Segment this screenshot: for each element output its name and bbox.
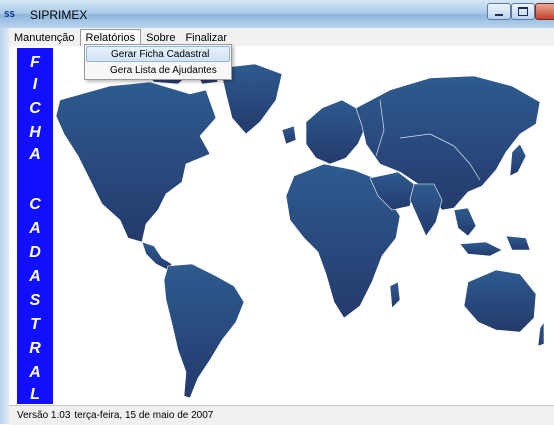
maximize-button[interactable] bbox=[511, 3, 535, 20]
banner-letter: C bbox=[29, 100, 41, 117]
status-bar: Versão 1.03 terça-feira, 15 de maio de 2… bbox=[9, 405, 554, 425]
relatorios-dropdown-menu: Gerar Ficha Cadastral Gera Lista de Ajud… bbox=[84, 44, 232, 80]
banner-letter: H bbox=[29, 124, 41, 141]
banner-letter: A bbox=[29, 268, 41, 285]
banner-letter: I bbox=[32, 76, 38, 93]
banner-letter: R bbox=[29, 340, 41, 357]
window-border bbox=[0, 28, 9, 424]
banner-letter: S bbox=[29, 292, 41, 309]
world-map-image bbox=[55, 63, 545, 399]
banner-letter: L bbox=[30, 386, 40, 403]
ficha-cadastral-banner: F I C H A C A D A S T R A L bbox=[17, 48, 53, 404]
banner-letter: D bbox=[29, 244, 41, 261]
banner-letter: F bbox=[30, 54, 40, 71]
banner-letter: T bbox=[30, 316, 40, 333]
close-button[interactable]: ✕ bbox=[535, 3, 554, 20]
menu-item-gerar-ficha-cadastral[interactable]: Gerar Ficha Cadastral bbox=[86, 46, 230, 62]
maximize-icon bbox=[518, 7, 528, 16]
menu-finalizar[interactable]: Finalizar bbox=[180, 30, 232, 45]
minimize-button[interactable] bbox=[487, 3, 511, 20]
app-logo-icon: SS bbox=[4, 10, 16, 19]
title-bar: SS SIPRIMEX ✕ bbox=[0, 0, 554, 29]
menu-manutencao[interactable]: Manutenção bbox=[9, 30, 80, 45]
banner-letter: C bbox=[29, 196, 41, 213]
banner-letter: A bbox=[29, 364, 41, 381]
menu-item-gera-lista-de-ajudantes[interactable]: Gera Lista de Ajudantes bbox=[86, 63, 230, 79]
version-label: Versão 1.03 bbox=[17, 410, 71, 421]
menu-sobre[interactable]: Sobre bbox=[141, 30, 180, 45]
banner-letter: A bbox=[29, 146, 41, 163]
date-label: terça-feira, 15 de maio de 2007 bbox=[74, 410, 214, 421]
minimize-icon bbox=[495, 13, 503, 16]
banner-letter: A bbox=[29, 220, 41, 237]
window-title: SIPRIMEX bbox=[30, 8, 88, 22]
